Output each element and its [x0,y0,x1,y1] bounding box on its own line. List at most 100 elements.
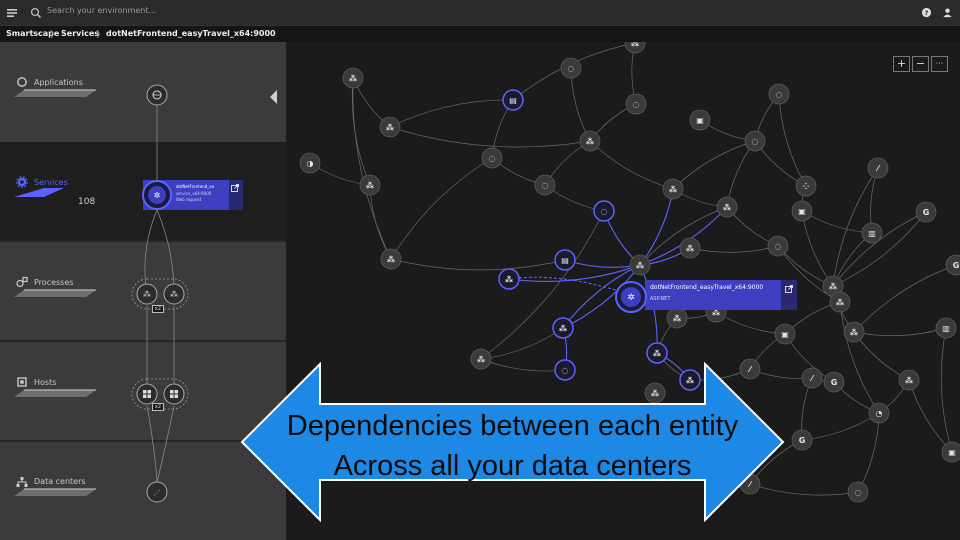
entity-node-glyph: ⁂ [387,254,396,264]
dependency-edge [369,184,392,260]
hosts-icon [17,377,27,387]
layer-label-applications: Applications [34,78,83,87]
entity-node[interactable]: ⁂ [679,237,701,259]
entity-node[interactable]: ◌ [560,57,582,79]
entity-node-glyph: ⁂ [366,180,375,190]
entity-node[interactable]: ⁂ [359,174,381,196]
entity-node-glyph: ⁂ [669,184,678,194]
entity-node[interactable]: ⁂ [624,42,646,54]
zoom-in-button[interactable]: + [893,56,910,72]
more-options-button[interactable]: ··· [931,56,948,72]
entity-node[interactable]: ⁂ [666,307,688,329]
zoom-out-button[interactable]: − [912,56,929,72]
selected-service-map-node[interactable]: ✲ [614,280,648,314]
entity-node[interactable]: ⁂ [843,321,865,343]
entity-node[interactable]: ⁂ [579,130,601,152]
entity-node[interactable]: ◌ [593,200,615,222]
entity-node[interactable]: G [791,429,813,451]
entity-node[interactable]: ◌ [481,147,503,169]
dependency-edge [853,327,947,337]
entity-node-glyph: ▥ [868,229,876,238]
top-bar: Search your environment... ? [0,0,960,26]
dependency-edge [853,331,910,381]
entity-node-glyph: ◌ [855,488,862,497]
entity-node[interactable]: G [945,254,960,276]
entity-node-glyph: ▣ [781,330,789,339]
entity-node[interactable]: ⁄ [867,157,889,179]
search-input[interactable]: Search your environment... [47,6,156,15]
process-node[interactable]: ⁂ [163,283,185,305]
entity-node-glyph: ▣ [948,448,956,457]
entity-node-glyph: ▣ [696,116,704,125]
menu-icon[interactable] [6,7,18,19]
process-node[interactable]: ⁂ [136,283,158,305]
entity-node[interactable]: ◌ [534,174,556,196]
svg-text:⁂: ⁂ [143,289,151,299]
entity-node[interactable]: ◌ [744,130,766,152]
entity-node[interactable]: ⁂ [342,67,364,89]
entity-node-glyph: ⁂ [559,323,568,333]
entity-node[interactable]: ⁂ [898,369,920,391]
entity-node-glyph: ⁂ [505,274,514,284]
breadcrumb-separator: ❭ [95,29,102,38]
datacenter-node[interactable]: ⋰ [146,481,168,503]
entity-node[interactable]: ▣ [941,441,960,463]
entity-node-glyph: ⁂ [631,42,640,48]
entity-node[interactable]: ⁂ [379,116,401,138]
entity-node[interactable]: ◌ [847,481,869,503]
entity-node[interactable]: ▣ [774,323,796,345]
breadcrumb-services[interactable]: Services [61,29,99,38]
entity-node-glyph: G [923,208,930,217]
entity-node[interactable]: ⁂ [662,178,684,200]
entity-node[interactable]: ▥ [861,222,883,244]
entity-node-glyph: ⁂ [386,122,395,132]
entity-node-glyph: ⁂ [673,313,682,323]
layer-label-hosts: Hosts [34,378,57,387]
svg-text:?: ? [925,9,929,17]
entity-node[interactable]: ⁂ [380,248,402,270]
entity-node[interactable]: ⁂ [629,254,651,276]
entity-node-glyph: ◌ [568,64,575,73]
help-icon[interactable]: ? [921,7,932,18]
entity-node[interactable]: ⁂ [552,317,574,339]
open-external-icon[interactable] [231,184,239,192]
entity-node[interactable]: ▣ [791,200,813,222]
svg-text:✲: ✲ [154,191,161,200]
host-node[interactable] [163,383,185,405]
entity-node[interactable]: ◌ [625,93,647,115]
dependency-edge [857,412,880,493]
entity-node[interactable]: ⁘ [795,175,817,197]
entity-node-glyph: ▤ [561,256,569,265]
collapse-panel-icon[interactable] [270,90,278,104]
open-external-icon[interactable] [785,285,793,293]
layer-plane-graphic [14,188,64,197]
entity-node[interactable]: ⁂ [498,268,520,290]
entity-node[interactable]: ◌ [767,235,789,257]
layer-plane-graphic [14,289,96,297]
host-node[interactable] [136,383,158,405]
layer-label-services: Services [34,178,68,187]
selected-service-map-card[interactable]: dotNetFrontend_easyTravel_x64:9000 ASP.N… [645,280,797,310]
entity-node-glyph: ⁂ [586,136,595,146]
layer-label-data-centers: Data centers [34,477,86,486]
selected-service-node[interactable]: ✲ [141,179,173,211]
entity-node-glyph: ⁂ [636,260,645,270]
entity-node[interactable]: ▥ [935,317,957,339]
application-node[interactable] [146,84,168,106]
entity-node[interactable]: ⁂ [646,342,668,364]
dependency-edge [689,245,779,253]
entity-node[interactable]: ⁂ [829,291,851,313]
entity-node[interactable]: ▤ [502,89,524,111]
user-icon[interactable] [942,7,953,18]
entity-node[interactable]: ◔ [868,402,890,424]
dependency-edge [908,379,953,453]
zoom-controls: + − ··· [893,56,949,72]
entity-node[interactable]: G [823,371,845,393]
entity-node[interactable]: ⁂ [716,196,738,218]
entity-node[interactable]: G [915,201,937,223]
entity-node[interactable]: ◑ [299,152,321,174]
entity-node[interactable]: ◌ [768,83,790,105]
entity-node[interactable]: ⁄ [801,367,823,389]
entity-node[interactable]: ▤ [554,249,576,271]
entity-node[interactable]: ▣ [689,109,711,131]
